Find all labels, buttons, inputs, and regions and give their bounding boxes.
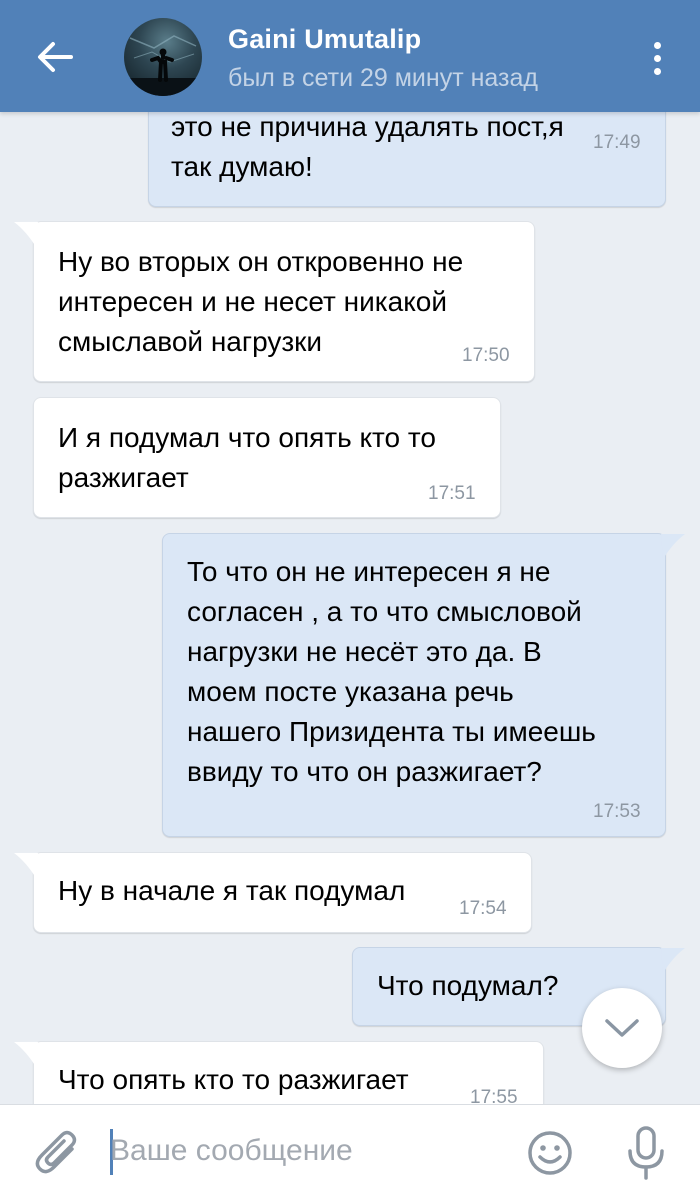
message-line: ввиду то что он разжигает? (187, 756, 542, 787)
message-time: 17:51 (428, 483, 476, 504)
paperclip-icon (35, 1130, 77, 1174)
message-bubble-incoming[interactable]: И я подумал что опять кто то разжигает 1… (33, 397, 501, 518)
message-line: И я подумал что опять кто то (58, 422, 436, 453)
bubble-tail (14, 853, 38, 878)
message-line: моем посте указана речь (187, 676, 514, 707)
attach-button[interactable] (34, 1127, 82, 1179)
message-line: То что он не интересен я не (187, 556, 551, 587)
avatar[interactable] (124, 18, 202, 96)
message-text: Что опять кто то разжигает (58, 1060, 409, 1100)
last-seen-status: был в сети 29 минут назад (228, 64, 538, 92)
message-input[interactable] (110, 1125, 510, 1177)
message-text: Ну в начале я так подумал (58, 871, 405, 911)
message-text: Что подумал? (377, 966, 558, 1006)
bubble-tail (661, 948, 685, 973)
bubble-tail (14, 1042, 38, 1067)
message-bubble-incoming[interactable]: Что опять кто то разжигает 17:55 (14, 1041, 544, 1105)
message-line: интересен и не несет никакой (58, 286, 447, 317)
message-line: Что опять кто то разжигает (58, 1064, 409, 1095)
message-line: согласен , а то что смысловой (187, 596, 582, 627)
more-menu-button[interactable] (640, 36, 674, 80)
contact-name[interactable]: Gaini Umutalip (228, 24, 421, 55)
message-line: Что подумал? (377, 970, 559, 1001)
back-button[interactable] (30, 32, 80, 82)
scroll-to-bottom-button[interactable] (582, 988, 662, 1068)
message-line: нагрузки не несёт это да. В (187, 636, 542, 667)
message-bubble-outgoing[interactable]: это не причина удалять пост,я так думаю!… (148, 112, 666, 207)
bubble-tail (661, 534, 685, 559)
message-time: 17:55 (470, 1087, 518, 1105)
message-bubble-incoming[interactable]: Ну во вторых он откровенно не интересен … (14, 221, 535, 382)
message-time: 17:54 (459, 898, 507, 919)
message-bubble-incoming[interactable]: Ну в начале я так подумал 17:54 (14, 852, 532, 933)
avatar-image (124, 35, 202, 96)
message-composer (0, 1104, 700, 1198)
arrow-left-icon (38, 42, 73, 72)
chevron-down-icon (605, 1019, 639, 1037)
message-line: Ну в начале я так подумал (58, 875, 406, 906)
message-list[interactable]: это не причина удалять пост,я так думаю!… (0, 112, 700, 1104)
message-line: смыславой нагрузки (58, 326, 323, 357)
microphone-icon (628, 1126, 664, 1180)
message-line: разжигает (58, 462, 189, 493)
more-vertical-icon (653, 41, 661, 49)
message-bubble-outgoing[interactable]: То что он не интересен я не согласен , а… (162, 533, 685, 837)
message-time: 17:49 (593, 132, 641, 153)
smiley-icon (528, 1131, 572, 1175)
voice-message-button[interactable] (626, 1125, 666, 1181)
message-text: И я подумал что опять кто то разжигает (58, 418, 436, 498)
message-time: 17:50 (462, 345, 510, 366)
message-line: так думаю! (171, 151, 313, 182)
chat-header: Gaini Umutalip был в сети 29 минут назад (0, 0, 700, 112)
message-line: нашего Призидента ты имеешь (187, 716, 596, 747)
message-text: Ну во вторых он откровенно не интересен … (58, 242, 463, 362)
bubble-tail (14, 222, 38, 247)
message-time: 17:53 (593, 801, 641, 822)
emoji-button[interactable] (526, 1129, 574, 1177)
message-text: То что он не интересен я не согласен , а… (187, 552, 596, 792)
message-line: это не причина удалять пост,я (171, 112, 564, 142)
message-line: Ну во вторых он откровенно не (58, 246, 464, 277)
message-text: это не причина удалять пост,я так думаю! (171, 112, 564, 187)
